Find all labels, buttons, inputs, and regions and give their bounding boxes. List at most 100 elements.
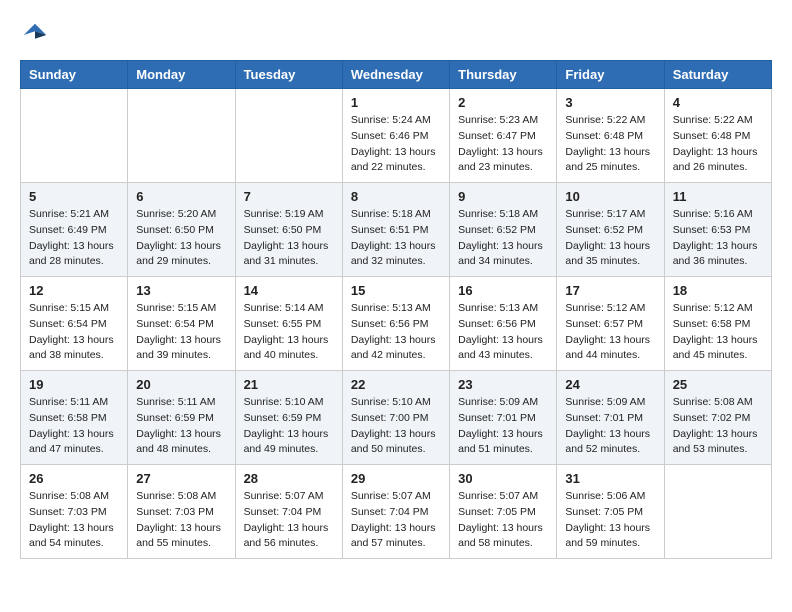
day-info: Sunrise: 5:09 AM Sunset: 7:01 PM Dayligh… <box>458 395 548 458</box>
day-info: Sunrise: 5:22 AM Sunset: 6:48 PM Dayligh… <box>673 113 763 176</box>
day-number: 11 <box>673 189 763 204</box>
calendar-cell: 24 Sunrise: 5:09 AM Sunset: 7:01 PM Dayli… <box>557 371 664 465</box>
day-info: Sunrise: 5:19 AM Sunset: 6:50 PM Dayligh… <box>244 207 334 270</box>
day-info: Sunrise: 5:12 AM Sunset: 6:57 PM Dayligh… <box>565 301 655 364</box>
calendar-cell: 11 Sunrise: 5:16 AM Sunset: 6:53 PM Dayli… <box>664 183 771 277</box>
day-number: 5 <box>29 189 119 204</box>
day-number: 10 <box>565 189 655 204</box>
day-number: 3 <box>565 95 655 110</box>
calendar-cell: 6 Sunrise: 5:20 AM Sunset: 6:50 PM Daylig… <box>128 183 235 277</box>
calendar-week-row: 5Sunrise: 5:21 AM Sunset: 6:49 PM Daylig… <box>21 183 772 277</box>
day-info: Sunrise: 5:22 AM Sunset: 6:48 PM Dayligh… <box>565 113 655 176</box>
day-info: Sunrise: 5:16 AM Sunset: 6:53 PM Dayligh… <box>673 207 763 270</box>
day-header-monday: Monday <box>128 61 235 89</box>
day-info: Sunrise: 5:07 AM Sunset: 7:04 PM Dayligh… <box>244 489 334 552</box>
calendar-cell: 30 Sunrise: 5:07 AM Sunset: 7:05 PM Dayli… <box>450 465 557 559</box>
day-number: 31 <box>565 471 655 486</box>
calendar-cell: 18 Sunrise: 5:12 AM Sunset: 6:58 PM Dayli… <box>664 277 771 371</box>
day-info: Sunrise: 5:10 AM Sunset: 6:59 PM Dayligh… <box>244 395 334 458</box>
day-number: 23 <box>458 377 548 392</box>
day-number: 29 <box>351 471 441 486</box>
calendar-cell: 27Sunrise: 5:08 AM Sunset: 7:03 PM Dayli… <box>128 465 235 559</box>
day-info: Sunrise: 5:20 AM Sunset: 6:50 PM Dayligh… <box>136 207 226 270</box>
day-number: 7 <box>244 189 334 204</box>
calendar-week-row: 1 Sunrise: 5:24 AM Sunset: 6:46 PM Daylig… <box>21 89 772 183</box>
calendar-cell: 25 Sunrise: 5:08 AM Sunset: 7:02 PM Dayli… <box>664 371 771 465</box>
day-info: Sunrise: 5:15 AM Sunset: 6:54 PM Dayligh… <box>29 301 119 364</box>
day-info: Sunrise: 5:09 AM Sunset: 7:01 PM Dayligh… <box>565 395 655 458</box>
day-number: 21 <box>244 377 334 392</box>
calendar-body: 1 Sunrise: 5:24 AM Sunset: 6:46 PM Daylig… <box>21 89 772 559</box>
day-info: Sunrise: 5:18 AM Sunset: 6:52 PM Dayligh… <box>458 207 548 270</box>
day-number: 30 <box>458 471 548 486</box>
calendar-week-row: 19 Sunrise: 5:11 AM Sunset: 6:58 PM Dayli… <box>21 371 772 465</box>
calendar-cell: 13Sunrise: 5:15 AM Sunset: 6:54 PM Dayli… <box>128 277 235 371</box>
day-info: Sunrise: 5:06 AM Sunset: 7:05 PM Dayligh… <box>565 489 655 552</box>
day-number: 9 <box>458 189 548 204</box>
calendar-cell: 4 Sunrise: 5:22 AM Sunset: 6:48 PM Daylig… <box>664 89 771 183</box>
calendar-cell: 19 Sunrise: 5:11 AM Sunset: 6:58 PM Dayli… <box>21 371 128 465</box>
logo <box>20 20 54 50</box>
day-number: 1 <box>351 95 441 110</box>
day-info: Sunrise: 5:08 AM Sunset: 7:03 PM Dayligh… <box>29 489 119 552</box>
day-number: 15 <box>351 283 441 298</box>
day-info: Sunrise: 5:11 AM Sunset: 6:59 PM Dayligh… <box>136 395 226 458</box>
calendar-cell: 2Sunrise: 5:23 AM Sunset: 6:47 PM Daylig… <box>450 89 557 183</box>
calendar-week-row: 26 Sunrise: 5:08 AM Sunset: 7:03 PM Dayli… <box>21 465 772 559</box>
day-number: 24 <box>565 377 655 392</box>
day-number: 25 <box>673 377 763 392</box>
calendar-cell: 7 Sunrise: 5:19 AM Sunset: 6:50 PM Daylig… <box>235 183 342 277</box>
day-info: Sunrise: 5:17 AM Sunset: 6:52 PM Dayligh… <box>565 207 655 270</box>
day-info: Sunrise: 5:07 AM Sunset: 7:04 PM Dayligh… <box>351 489 441 552</box>
calendar-cell: 10 Sunrise: 5:17 AM Sunset: 6:52 PM Dayli… <box>557 183 664 277</box>
day-info: Sunrise: 5:07 AM Sunset: 7:05 PM Dayligh… <box>458 489 548 552</box>
calendar-cell <box>128 89 235 183</box>
day-number: 4 <box>673 95 763 110</box>
calendar-cell: 26 Sunrise: 5:08 AM Sunset: 7:03 PM Dayli… <box>21 465 128 559</box>
calendar-cell: 21 Sunrise: 5:10 AM Sunset: 6:59 PM Dayli… <box>235 371 342 465</box>
day-header-sunday: Sunday <box>21 61 128 89</box>
day-number: 26 <box>29 471 119 486</box>
day-number: 18 <box>673 283 763 298</box>
calendar-cell: 31 Sunrise: 5:06 AM Sunset: 7:05 PM Dayli… <box>557 465 664 559</box>
calendar-cell: 17Sunrise: 5:12 AM Sunset: 6:57 PM Dayli… <box>557 277 664 371</box>
day-info: Sunrise: 5:12 AM Sunset: 6:58 PM Dayligh… <box>673 301 763 364</box>
calendar-week-row: 12 Sunrise: 5:15 AM Sunset: 6:54 PM Dayli… <box>21 277 772 371</box>
calendar-cell: 3 Sunrise: 5:22 AM Sunset: 6:48 PM Daylig… <box>557 89 664 183</box>
calendar-cell: 22 Sunrise: 5:10 AM Sunset: 7:00 PM Dayli… <box>342 371 449 465</box>
day-number: 28 <box>244 471 334 486</box>
calendar-cell: 14 Sunrise: 5:14 AM Sunset: 6:55 PM Dayli… <box>235 277 342 371</box>
day-info: Sunrise: 5:11 AM Sunset: 6:58 PM Dayligh… <box>29 395 119 458</box>
day-info: Sunrise: 5:23 AM Sunset: 6:47 PM Dayligh… <box>458 113 548 176</box>
calendar-header-row: SundayMondayTuesdayWednesdayThursdayFrid… <box>21 61 772 89</box>
calendar-cell: 8Sunrise: 5:18 AM Sunset: 6:51 PM Daylig… <box>342 183 449 277</box>
day-info: Sunrise: 5:14 AM Sunset: 6:55 PM Dayligh… <box>244 301 334 364</box>
day-header-thursday: Thursday <box>450 61 557 89</box>
calendar-cell <box>664 465 771 559</box>
day-number: 22 <box>351 377 441 392</box>
day-number: 8 <box>351 189 441 204</box>
day-info: Sunrise: 5:13 AM Sunset: 6:56 PM Dayligh… <box>351 301 441 364</box>
day-info: Sunrise: 5:10 AM Sunset: 7:00 PM Dayligh… <box>351 395 441 458</box>
calendar-cell: 5Sunrise: 5:21 AM Sunset: 6:49 PM Daylig… <box>21 183 128 277</box>
day-number: 20 <box>136 377 226 392</box>
calendar-cell: 16Sunrise: 5:13 AM Sunset: 6:56 PM Dayli… <box>450 277 557 371</box>
calendar-cell: 12 Sunrise: 5:15 AM Sunset: 6:54 PM Dayli… <box>21 277 128 371</box>
day-number: 6 <box>136 189 226 204</box>
day-number: 16 <box>458 283 548 298</box>
day-header-wednesday: Wednesday <box>342 61 449 89</box>
day-info: Sunrise: 5:08 AM Sunset: 7:02 PM Dayligh… <box>673 395 763 458</box>
calendar-cell <box>21 89 128 183</box>
day-number: 12 <box>29 283 119 298</box>
calendar-cell: 23 Sunrise: 5:09 AM Sunset: 7:01 PM Dayli… <box>450 371 557 465</box>
logo-bird-icon <box>20 20 50 50</box>
day-header-friday: Friday <box>557 61 664 89</box>
calendar-cell: 29 Sunrise: 5:07 AM Sunset: 7:04 PM Dayli… <box>342 465 449 559</box>
day-number: 14 <box>244 283 334 298</box>
day-info: Sunrise: 5:15 AM Sunset: 6:54 PM Dayligh… <box>136 301 226 364</box>
day-number: 27 <box>136 471 226 486</box>
day-number: 19 <box>29 377 119 392</box>
header <box>20 20 772 50</box>
day-header-saturday: Saturday <box>664 61 771 89</box>
day-info: Sunrise: 5:24 AM Sunset: 6:46 PM Dayligh… <box>351 113 441 176</box>
